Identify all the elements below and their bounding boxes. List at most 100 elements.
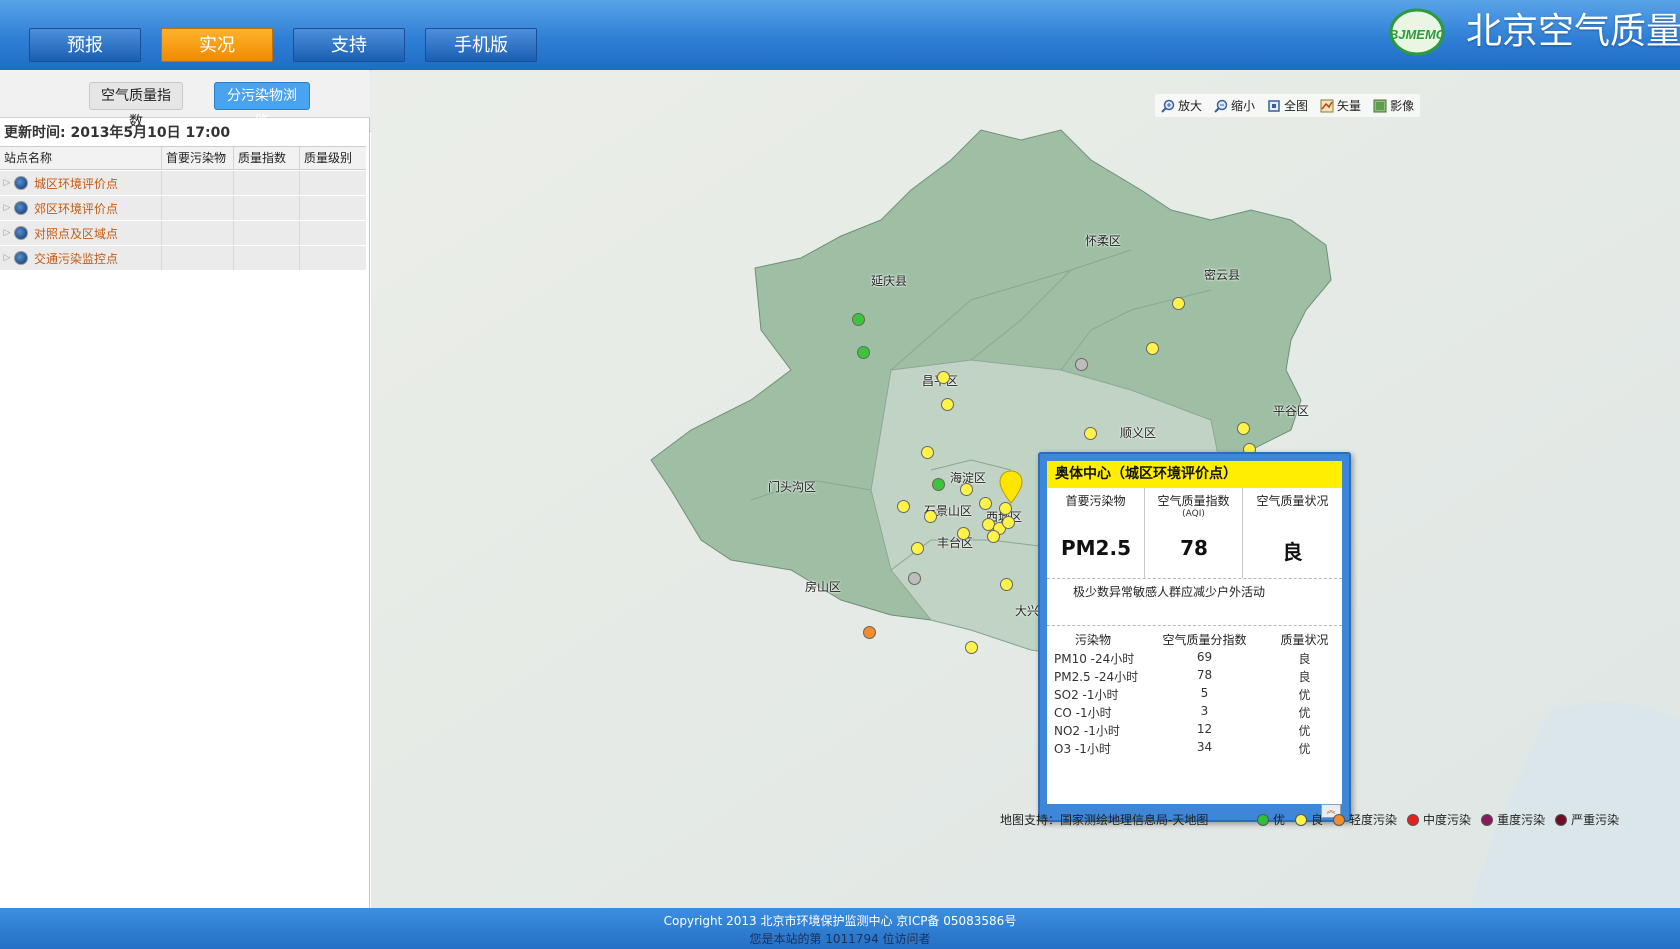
full-extent-icon [1268,99,1280,112]
station-marker[interactable] [1084,427,1097,440]
tab-pollutant-browse[interactable]: 分污染物浏览 [214,82,310,130]
col-quality-level[interactable]: 质量级别 [300,147,366,169]
map-view[interactable]: 放大 缩小 全图 矢量 影像 延庆县 怀柔区 密云县 昌平区 顺义区 [371,70,1680,908]
legend-dot-icon [1407,813,1420,826]
station-marker[interactable] [921,446,934,459]
expand-icon[interactable]: ▷ [0,178,14,188]
group-label[interactable]: 对照点及区域点 [34,225,118,242]
primary-pollutant-cell: 首要污染物 PM2.5 [1047,488,1145,578]
zoom-out-label[interactable]: 缩小 [1231,97,1255,114]
group-radio-icon[interactable] [14,251,28,265]
station-marker[interactable] [965,641,978,654]
footer: Copyright 2013 北京市环境保护监测中心 京ICP备 0508358… [0,908,1680,949]
selected-station-pin-icon[interactable] [999,470,1023,504]
group-label[interactable]: 郊区环境评价点 [34,200,118,217]
station-marker[interactable] [1075,358,1088,371]
row-status: 优 [1298,724,1311,738]
zoom-out-icon [1214,99,1228,113]
place-pinggu: 平谷区 [1273,404,1310,418]
row-status: 优 [1298,688,1311,702]
group-row-traffic[interactable]: ▷ 交通污染监控点 [0,246,366,271]
place-huairou: 怀柔区 [1085,234,1122,248]
legend-item-moderate: 中度污染 [1407,811,1471,828]
nav-mobile[interactable]: 手机版 [425,28,537,62]
imagery-icon [1373,99,1387,112]
station-marker[interactable] [1146,342,1159,355]
row-status: 优 [1298,742,1311,756]
vector-map-icon [1320,99,1334,112]
group-radio-icon[interactable] [14,201,28,215]
visitor-count: 您是本站的第 1011794 位访问者 [749,932,931,946]
col-station-name[interactable]: 站点名称 [0,147,162,169]
full-extent-label[interactable]: 全图 [1284,97,1308,114]
station-marker[interactable] [863,626,876,639]
row-pollutant: O3 -1小时 [1054,742,1111,756]
group-row-control[interactable]: ▷ 对照点及区域点 [0,221,366,246]
station-marker[interactable] [852,313,865,326]
legend-label: 优 [1273,813,1286,827]
group-row-suburban[interactable]: ▷ 郊区环境评价点 [0,196,366,221]
group-label[interactable]: 交通污染监控点 [34,250,118,267]
station-marker[interactable] [911,542,924,555]
row-pollutant: PM10 -24小时 [1054,652,1135,666]
imagery-label[interactable]: 影像 [1390,97,1414,114]
table-row: O3 -1小时 34 优 [1047,740,1342,758]
expand-icon[interactable]: ▷ [0,228,14,238]
vector-map-button[interactable]: 矢量 [1320,97,1361,114]
row-index: 12 [1196,722,1213,736]
bjmemc-logo-icon: BJMEMC [1389,8,1446,56]
copyright: Copyright 2013 北京市环境保护监测中心 京ICP备 0508358… [663,914,1017,928]
full-extent-button[interactable]: 全图 [1267,97,1308,114]
group-radio-icon[interactable] [14,226,28,240]
station-marker[interactable] [1172,297,1185,310]
station-marker[interactable] [1237,422,1250,435]
row-pollutant: CO -1小时 [1054,706,1112,720]
group-radio-icon[interactable] [14,176,28,190]
col-primary-pollutant[interactable]: 首要污染物 [162,147,234,169]
station-marker[interactable] [937,371,950,384]
popup-title: 奥体中心（城区环境评价点） [1047,461,1342,488]
update-time: 更新时间: 2013年5月10日 17:00 [4,125,231,141]
legend-label: 重度污染 [1497,813,1546,827]
nav-forecast[interactable]: 预报 [29,28,141,62]
legend-label: 良 [1311,813,1324,827]
zoom-in-button[interactable]: 放大 [1161,97,1202,114]
expand-icon[interactable]: ▷ [0,253,14,263]
legend-item-severe: 严重污染 [1555,811,1619,828]
station-marker[interactable] [857,346,870,359]
imagery-button[interactable]: 影像 [1373,97,1414,114]
map-toolbar: 放大 缩小 全图 矢量 影像 [1155,94,1421,117]
map-credit: 地图支持：国家测绘地理信息局-天地图 [1000,813,1209,827]
legend-dot-icon [1555,813,1568,826]
zoom-out-button[interactable]: 缩小 [1214,97,1255,114]
nav-realtime[interactable]: 实况 [161,28,273,62]
station-marker[interactable] [897,500,910,513]
station-marker[interactable] [987,530,1000,543]
expand-icon[interactable]: ▷ [0,203,14,213]
vector-map-label[interactable]: 矢量 [1337,97,1361,114]
station-marker[interactable] [1002,516,1015,529]
station-marker[interactable] [932,478,945,491]
group-row-urban[interactable]: ▷ 城区环境评价点 [0,171,366,196]
place-shunyi: 顺义区 [1120,426,1157,440]
group-label[interactable]: 城区环境评价点 [34,175,118,192]
station-marker[interactable] [941,398,954,411]
zoom-in-label[interactable]: 放大 [1178,97,1202,114]
station-marker[interactable] [957,527,970,540]
tab-aqi[interactable]: 空气质量指数 [89,82,183,130]
site-title: 北京空气质量 [1466,11,1680,52]
station-marker[interactable] [979,497,992,510]
station-marker[interactable] [1000,578,1013,591]
station-marker[interactable] [924,510,937,523]
zoom-in-icon [1161,99,1175,113]
nav-support[interactable]: 支持 [293,28,405,62]
primary-pollutant-label: 首要污染物 [1065,494,1126,508]
legend-label: 轻度污染 [1349,813,1398,827]
aqi-value: 78 [1180,536,1208,560]
col-quality-index[interactable]: 质量指数 [234,147,300,169]
row-status: 优 [1298,706,1311,720]
aqi-cell: 空气质量指数 (AQI) 78 [1145,488,1243,578]
station-marker[interactable] [960,483,973,496]
station-marker[interactable] [908,572,921,585]
app-root: 预报 实况 支持 手机版 BJMEMC 北京空气质量 空气质量指数 分污染物浏览… [0,0,1680,949]
